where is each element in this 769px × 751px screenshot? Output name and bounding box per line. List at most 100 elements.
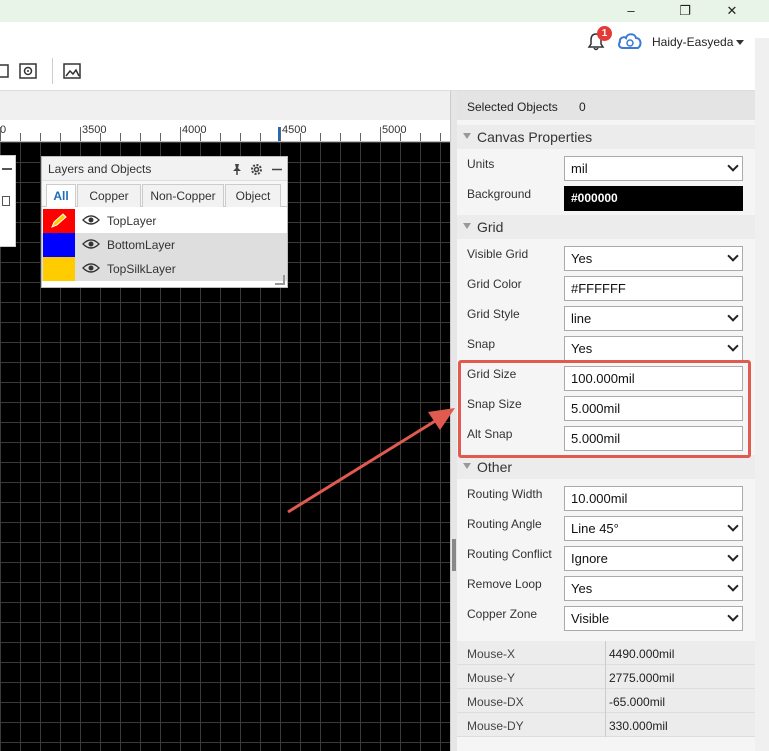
panel-splitter[interactable]	[450, 91, 457, 751]
remove-loop-select[interactable]: Yes	[564, 576, 743, 601]
cloud-logo-icon	[618, 33, 642, 49]
mouse-row: Mouse-DX -65.000mil	[457, 689, 755, 713]
mouse-key: Mouse-DY	[467, 719, 524, 733]
horizontal-ruler: 0 3500 4000 4500 5000	[0, 120, 450, 142]
canvas-properties-section[interactable]: Canvas Properties	[457, 125, 755, 149]
collapse-triangle-icon[interactable]	[463, 133, 471, 139]
grid-color-row: Grid Color #FFFFFF	[457, 273, 755, 303]
layer-color-swatch[interactable]	[43, 257, 75, 281]
gear-icon[interactable]	[250, 163, 263, 176]
vertical-scrollbar[interactable]	[755, 38, 769, 751]
mouse-key: Mouse-Y	[467, 671, 516, 685]
mouse-key: Mouse-X	[467, 647, 516, 661]
routing-width-input[interactable]: 10.000mil	[564, 486, 743, 511]
left-tool-panel	[0, 155, 16, 247]
units-row: Units mil	[457, 153, 755, 183]
toolbar	[0, 58, 769, 91]
snap-select[interactable]: Yes	[564, 336, 743, 361]
layer-color-swatch[interactable]	[43, 209, 75, 233]
layer-name: TopLayer	[107, 214, 157, 228]
ruler-minor-tick	[240, 133, 241, 141]
ruler-tick-label: 3500	[82, 124, 107, 136]
tab-all[interactable]: All	[46, 184, 76, 207]
ruler-minor-tick	[60, 133, 61, 141]
copper-zone-select[interactable]: Visible	[564, 606, 743, 631]
minimize-panel-icon[interactable]	[271, 163, 283, 176]
ruler-tick-label: 4000	[182, 124, 207, 136]
mouse-value: 2775.000mil	[609, 671, 675, 685]
routing-width-label: Routing Width	[467, 487, 543, 501]
toolbar-left-icon[interactable]	[0, 62, 12, 80]
background-label: Background	[467, 187, 532, 201]
grid-style-label: Grid Style	[467, 307, 520, 321]
routing-conflict-select[interactable]: Ignore	[564, 546, 743, 571]
mouse-coordinates-table: Mouse-X 4490.000mil Mouse-Y 2775.000mil …	[457, 641, 755, 737]
visible-grid-select[interactable]: Yes	[564, 246, 743, 271]
tab-copper[interactable]: Copper	[77, 184, 141, 207]
other-section[interactable]: Other	[457, 455, 755, 479]
minimize-button[interactable]: –	[620, 2, 642, 20]
splitter-handle[interactable]	[452, 539, 456, 571]
mouse-key: Mouse-DX	[467, 695, 524, 709]
column-divider	[605, 689, 606, 713]
column-divider	[605, 641, 606, 665]
username-label[interactable]: Haidy-Easyeda	[652, 35, 733, 49]
collapse-triangle-icon[interactable]	[463, 223, 471, 229]
close-button[interactable]: ✕	[721, 2, 743, 20]
tab-object[interactable]: Object	[225, 184, 281, 207]
chevron-down-icon	[727, 520, 739, 532]
pencil-icon	[51, 213, 67, 228]
grid-style-row: Grid Style line	[457, 303, 755, 333]
pin-icon[interactable]	[231, 163, 243, 176]
ruler-major-tick	[80, 127, 81, 141]
collapse-triangle-icon[interactable]	[463, 463, 471, 469]
ruler-minor-tick	[20, 133, 21, 141]
grid-color-field[interactable]: #FFFFFF	[564, 276, 743, 301]
layer-name: BottomLayer	[107, 238, 176, 252]
section-title: Canvas Properties	[477, 129, 593, 145]
mouse-row: Mouse-Y 2775.000mil	[457, 665, 755, 689]
ruler-minor-tick	[440, 133, 441, 141]
layer-row-bottomlayer[interactable]: BottomLayer	[42, 233, 287, 257]
background-row: Background #000000	[457, 183, 755, 213]
ruler-tick-label: 5000	[382, 124, 407, 136]
resize-grip[interactable]	[275, 275, 285, 285]
layer-row-toplayer[interactable]: TopLayer	[42, 209, 287, 233]
ruler-minor-tick	[120, 133, 121, 141]
ruler-minor-tick	[200, 133, 201, 141]
layer-row-topsilklayer[interactable]: TopSilkLayer	[42, 257, 287, 281]
ruler-major-tick	[0, 127, 1, 141]
routing-angle-label: Routing Angle	[467, 517, 542, 531]
visible-grid-row: Visible Grid Yes	[457, 243, 755, 273]
eye-icon[interactable]	[82, 238, 100, 250]
tab-non-copper[interactable]: Non-Copper	[142, 184, 224, 207]
units-label: Units	[467, 157, 495, 171]
top-bar: 1 Haidy-Easyeda	[0, 22, 769, 58]
camera-target-icon[interactable]	[18, 62, 38, 80]
ruler-minor-tick	[360, 133, 361, 141]
layers-panel-title: Layers and Objects	[48, 162, 152, 176]
layers-objects-panel: Layers and Objects All Copper Non-Copper…	[41, 156, 288, 288]
grid-section[interactable]: Grid	[457, 215, 755, 239]
routing-angle-select[interactable]: Line 45°	[564, 516, 743, 541]
mouse-row: Mouse-X 4490.000mil	[457, 641, 755, 665]
background-color-field[interactable]: #000000	[564, 186, 743, 211]
units-select[interactable]: mil	[564, 156, 743, 181]
grid-style-select[interactable]: line	[564, 306, 743, 331]
snap-row: Snap Yes	[457, 333, 755, 363]
notification-button[interactable]: 1	[586, 26, 612, 52]
ruler-tick-label: 4500	[282, 124, 307, 136]
title-bar: – ❐ ✕	[0, 0, 769, 22]
panel-collapse-icon[interactable]	[2, 168, 12, 170]
user-menu-caret-icon[interactable]	[736, 40, 744, 45]
layer-color-swatch[interactable]	[43, 233, 75, 257]
chevron-down-icon	[727, 580, 739, 592]
eye-icon[interactable]	[82, 262, 100, 274]
image-import-icon[interactable]	[62, 62, 82, 80]
chevron-down-icon	[727, 160, 739, 172]
copper-zone-label: Copper Zone	[467, 607, 538, 621]
maximize-button[interactable]: ❐	[674, 2, 696, 20]
panel-tool-icon[interactable]	[2, 196, 10, 206]
ruler-minor-tick	[160, 133, 161, 141]
eye-icon[interactable]	[82, 214, 100, 226]
